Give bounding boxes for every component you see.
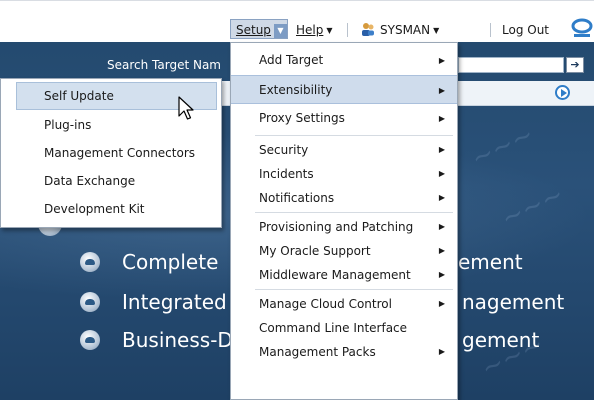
submenu-arrow-icon: ▶ [438,145,445,154]
feature-line: Complete [80,250,218,274]
feature-line: Integrated [80,290,227,314]
oracle-logo-icon [571,18,593,37]
submenu-arrow-icon: ▶ [438,114,445,123]
menu-item-label: Extensibility [259,83,333,97]
menu-item-data-exchange[interactable]: Data Exchange [1,167,221,195]
menu-item-provisioning-patching[interactable]: Provisioning and Patching ▶ [231,215,457,239]
menu-item-label: Manage Cloud Control [259,297,392,311]
bullet-icon [80,292,100,312]
menu-item-label: Security [259,143,309,157]
submenu-arrow-icon: ▶ [438,86,445,95]
menu-item-notifications[interactable]: Notifications ▶ [231,186,457,210]
menu-item-label: Notifications [259,191,335,205]
global-header: Setup ▼ Help ▼ SYSMAN ▼ Log Out [0,0,594,43]
menu-item-management-packs[interactable]: Management Packs ▶ [231,340,457,364]
go-arrow-icon[interactable]: ➔ [566,57,584,73]
menu-divider [255,212,453,213]
menu-item-manage-cloud-control[interactable]: Manage Cloud Control ▶ [231,292,457,316]
menu-item-extensibility[interactable]: Extensibility ▶ [231,75,457,104]
divider [490,23,491,37]
menu-divider [255,289,453,290]
menu-item-command-line-interface[interactable]: Command Line Interface [231,316,457,340]
feature-text-right: ement [458,250,523,274]
user-icon [362,23,374,36]
feature-text: Business-D [122,328,233,352]
menu-item-security[interactable]: Security ▶ [231,138,457,162]
search-label: Search Target Nam [107,58,221,72]
search-input[interactable] [458,57,564,73]
menu-item-middleware-management[interactable]: Middleware Management ▶ [231,263,457,287]
menu-item-label: Add Target [259,53,324,67]
menu-item-label: Proxy Settings [259,111,345,125]
menu-item-label: Management Packs [259,345,376,359]
feature-text: Integrated [122,290,227,314]
menu-item-label: My Oracle Support [259,244,371,258]
feature-text-right: gement [462,328,540,352]
submenu-arrow-icon: ▶ [438,56,445,65]
submenu-arrow-icon: ▶ [438,222,445,231]
submenu-arrow-icon: ▶ [438,169,445,178]
menu-item-label: Provisioning and Patching [259,220,414,234]
menu-item-label: Command Line Interface [259,321,408,335]
menu-item-my-oracle-support[interactable]: My Oracle Support ▶ [231,239,457,263]
play-circle-icon[interactable] [555,85,570,100]
submenu-arrow-icon: ▶ [438,270,445,279]
menu-item-management-connectors[interactable]: Management Connectors [1,139,221,167]
feature-line: Business-D [80,328,233,352]
submenu-arrow-icon: ▶ [438,246,445,255]
feature-text-right: nagement [462,290,565,314]
help-label: Help [296,23,324,37]
menu-item-proxy-settings[interactable]: Proxy Settings ▶ [231,104,457,133]
setup-label: Setup [236,23,271,37]
chevron-down-icon: ▼ [326,26,333,35]
chevron-down-icon: ▼ [273,24,287,38]
menu-divider [255,135,453,136]
submenu-arrow-icon: ▶ [438,299,445,308]
submenu-arrow-icon: ▶ [438,347,445,356]
bullet-icon [80,330,100,350]
bullet-icon [80,252,100,272]
user-label: SYSMAN [380,23,431,37]
submenu-arrow-icon: ▶ [438,193,445,202]
menu-item-label: Middleware Management [259,268,411,282]
menu-item-label: Incidents [259,167,314,181]
logout-link[interactable]: Log Out [502,20,549,40]
setup-menu-button[interactable]: Setup ▼ [230,19,288,39]
divider [347,23,348,37]
chevron-down-icon: ▼ [433,26,440,35]
setup-dropdown-menu: Add Target ▶ Extensibility ▶ Proxy Setting… [230,42,458,400]
user-menu-button[interactable]: SYSMAN ▼ [361,20,439,40]
help-menu-button[interactable]: Help ▼ [296,20,333,40]
mouse-pointer-icon [178,96,194,120]
menu-item-add-target[interactable]: Add Target ▶ [231,46,457,75]
menu-item-development-kit[interactable]: Development Kit [1,195,221,223]
feature-text: Complete [122,250,219,274]
menu-item-incidents[interactable]: Incidents ▶ [231,162,457,186]
